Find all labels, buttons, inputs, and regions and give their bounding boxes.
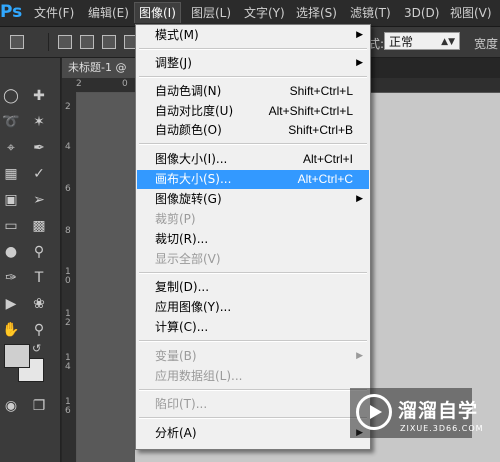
ruler-label: 8 — [65, 226, 71, 236]
screen-mode-icon[interactable]: ❐ — [28, 396, 50, 416]
menu-layer[interactable]: 图层(L) — [187, 3, 235, 23]
blur-tool-icon[interactable]: ● — [0, 242, 22, 262]
ruler-label: 1 4 — [65, 353, 71, 372]
path-selection-tool-icon[interactable]: ▶ — [0, 294, 22, 314]
menu-item-image-rotation[interactable]: 图像旋转(G) ▶ — [137, 190, 369, 209]
menu-item-canvas-size[interactable]: 画布大小(S)... Alt+Ctrl+C — [137, 170, 369, 189]
vertical-ruler: 2 4 6 8 1 0 1 2 1 4 1 6 — [62, 92, 77, 462]
menu-item-apply-data-set: 应用数据组(L)... — [155, 369, 243, 383]
watermark-url: ZIXUE.3D66.COM — [400, 424, 484, 433]
menu-edit[interactable]: 编辑(E) — [84, 3, 133, 23]
magic-wand-tool-icon[interactable]: ✶ — [28, 112, 50, 132]
menu-separator — [139, 76, 367, 78]
menu-select[interactable]: 选择(S) — [292, 3, 341, 23]
type-tool-icon[interactable]: T — [28, 268, 50, 288]
chevron-updown-icon: ▲▼ — [441, 37, 455, 47]
menu-item-auto-color[interactable]: 自动颜色(O) Shift+Ctrl+B — [137, 121, 369, 140]
menu-item-trap: 陷印(T)... — [155, 397, 208, 411]
eraser-tool-icon[interactable]: ▭ — [0, 216, 22, 236]
menu-item-adjustments[interactable]: 调整(J) ▶ — [137, 54, 369, 73]
menu-file[interactable]: 文件(F) — [30, 3, 78, 23]
width-label: 宽度 — [474, 37, 499, 51]
submenu-arrow-icon: ▶ — [356, 194, 363, 204]
marquee-tool-icon[interactable]: ◯ — [0, 86, 22, 106]
subtract-selection-icon[interactable] — [102, 35, 116, 49]
new-selection-icon[interactable] — [58, 35, 72, 49]
pasteboard — [77, 93, 135, 462]
stamp-tool-icon[interactable]: ▣ — [0, 190, 22, 210]
play-logo-icon — [356, 394, 392, 430]
menu-bar: Ps 文件(F) 编辑(E) 图像(I) 图层(L) 文字(Y) 选择(S) 滤… — [0, 0, 500, 27]
submenu-arrow-icon: ▶ — [356, 58, 363, 68]
photoshop-logo: Ps — [0, 2, 23, 22]
menu-item-image-size[interactable]: 图像大小(I)... Alt+Ctrl+I — [137, 150, 369, 169]
menu-item-calculations[interactable]: 计算(C)... — [137, 318, 369, 337]
ruler-label: 1 0 — [65, 267, 71, 286]
ruler-label: 4 — [65, 142, 71, 152]
submenu-arrow-icon: ▶ — [356, 30, 363, 40]
menu-item-variables: 变量(B) ▶ — [137, 347, 369, 366]
menu-image[interactable]: 图像(I) — [134, 2, 181, 23]
dodge-tool-icon[interactable]: ⚲ — [28, 242, 50, 262]
crop-tool-icon[interactable]: ⌖ — [0, 138, 22, 158]
healing-brush-tool-icon[interactable]: ▦ — [0, 164, 22, 184]
style-select-value: 正常 — [389, 35, 414, 49]
menu-item-analysis[interactable]: 分析(A) ▶ — [137, 424, 369, 443]
menu-item-auto-tone[interactable]: 自动色调(N) Shift+Ctrl+L — [137, 82, 369, 101]
submenu-arrow-icon: ▶ — [356, 351, 363, 361]
menu-item-reveal-all: 显示全部(V) — [155, 252, 221, 266]
hand-tool-icon[interactable]: ✋ — [0, 320, 22, 340]
pen-tool-icon[interactable]: ✑ — [0, 268, 22, 288]
history-brush-tool-icon[interactable]: ➢ — [28, 190, 50, 210]
menu-type[interactable]: 文字(Y) — [240, 3, 289, 23]
document-tab-title: 未标题-1 @ — [68, 61, 127, 74]
foreground-color-swatch[interactable] — [4, 344, 30, 368]
ruler-label: 1 2 — [65, 309, 71, 328]
ruler-label: 2 — [76, 79, 82, 89]
menu-separator — [139, 48, 367, 50]
swap-colors-icon[interactable]: ↺ — [32, 342, 41, 355]
toolbox: ◯ ✚ ➰ ✶ ⌖ ✒ ▦ ✓ ▣ ➢ ▭ ▩ ● ⚲ ✑ T ▶ ❀ ✋ ⚲ … — [0, 58, 61, 462]
menu-item-crop: 裁剪(P) — [155, 212, 196, 226]
image-menu-dropdown: 模式(M) ▶ 调整(J) ▶ 自动色调(N) Shift+Ctrl+L 自动对… — [135, 24, 371, 450]
menu-filter[interactable]: 滤镜(T) — [346, 3, 395, 23]
menu-item-apply-image[interactable]: 应用图像(Y)... — [137, 298, 369, 317]
document-tab[interactable]: 未标题-1 @ — [62, 58, 142, 78]
move-tool-icon[interactable]: ✚ — [28, 86, 50, 106]
watermark-title: 溜溜自学 — [398, 400, 479, 422]
menu-separator — [139, 340, 367, 342]
menu-separator — [139, 143, 367, 145]
ruler-label: 6 — [65, 184, 71, 194]
lasso-tool-icon[interactable]: ➰ — [0, 112, 22, 132]
menu-item-auto-contrast[interactable]: 自动对比度(U) Alt+Shift+Ctrl+L — [137, 102, 369, 121]
quick-mask-icon[interactable]: ◉ — [0, 396, 22, 416]
menu-item-duplicate[interactable]: 复制(D)... — [137, 278, 369, 297]
eyedropper-tool-icon[interactable]: ✒ — [28, 138, 50, 158]
options-separator — [48, 33, 49, 51]
menu-separator — [139, 417, 367, 419]
ruler-label: 2 — [65, 102, 71, 112]
marquee-preset-icon[interactable] — [10, 35, 24, 49]
menu-separator — [139, 272, 367, 274]
gradient-tool-icon[interactable]: ▩ — [28, 216, 50, 236]
custom-shape-tool-icon[interactable]: ❀ — [28, 294, 50, 314]
menu-item-trim[interactable]: 裁切(R)... — [137, 230, 369, 249]
menu-item-mode[interactable]: 模式(M) ▶ — [137, 26, 369, 45]
zoom-tool-icon[interactable]: ⚲ — [28, 320, 50, 340]
ruler-label: 1 6 — [65, 397, 71, 416]
add-selection-icon[interactable] — [80, 35, 94, 49]
menu-view[interactable]: 视图(V) — [446, 3, 496, 23]
brush-tool-icon[interactable]: ✓ — [28, 164, 50, 184]
menu-separator — [139, 389, 367, 391]
ruler-label: 0 — [122, 79, 128, 89]
style-select[interactable]: 正常 ▲▼ — [384, 32, 460, 50]
menu-3d[interactable]: 3D(D) — [400, 3, 443, 23]
